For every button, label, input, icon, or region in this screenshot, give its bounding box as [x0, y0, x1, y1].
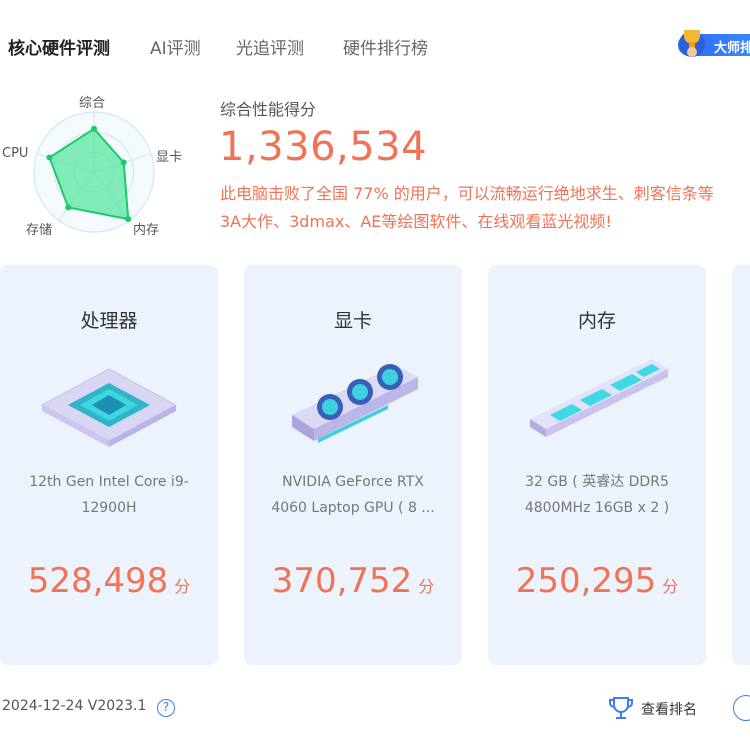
radar-point — [125, 216, 132, 223]
tab-hardware-ranking[interactable]: 硬件排行榜 — [343, 34, 428, 59]
tab-core-hardware[interactable]: 核心硬件评测 — [8, 34, 110, 59]
radar-label-storage: 存储 — [26, 223, 53, 238]
radar-point — [120, 159, 127, 166]
radar-label-overall: 综合 — [79, 96, 106, 111]
cpu-model: 12th Gen Intel Core i9- 12900H — [14, 469, 204, 521]
gpu-card[interactable]: 显卡 NVIDIA GeForce RTX 4060 Laptop GPU ( … — [244, 265, 462, 665]
score-description-line-2: 3A大作、3dmax、AE等绘图软件、在线观看蓝光视频! — [220, 212, 612, 231]
performance-radar-chart: 综合 显卡 内存 存储 CPU — [0, 88, 200, 240]
memory-card[interactable]: 内存 32 GB ( 英睿达 DDR5 4800MHz 16GB x 2 ) 2… — [488, 265, 706, 665]
test-date-version: 2024-12-24 V2023.1 — [2, 698, 147, 714]
gpu-score-unit: 分 — [418, 577, 435, 596]
radar-label-gpu: 显卡 — [156, 150, 183, 165]
memory-score-value: 250,295 — [515, 561, 657, 601]
top-tab-bar: 核心硬件评测 AI评测 光追评测 硬件排行榜 — [0, 0, 750, 90]
cpu-card[interactable]: 处理器 12th Gen Intel Core i9- 12900H 528,4… — [0, 265, 218, 665]
share-icon[interactable] — [733, 695, 750, 721]
memory-model-line-1: 32 GB ( 英睿达 DDR5 — [525, 474, 669, 490]
gpu-score: 370,752 分 — [244, 561, 462, 601]
radar-point — [46, 154, 53, 161]
cpu-icon — [40, 368, 178, 447]
next-card-partial[interactable] — [732, 265, 750, 665]
cpu-score-unit: 分 — [174, 577, 191, 596]
gpu-score-value: 370,752 — [271, 561, 413, 601]
overall-score-label: 综合性能得分 — [220, 100, 317, 119]
trophy-avatar-icon — [679, 30, 705, 57]
radar-point — [65, 204, 72, 211]
memory-score-unit: 分 — [662, 577, 679, 596]
ram-icon — [530, 359, 668, 437]
gpu-model-line-2: 4060 Laptop GPU ( 8 ... — [271, 500, 435, 516]
radar-label-cpu: CPU — [2, 146, 29, 161]
view-ranking-button[interactable]: 查看排名 — [607, 694, 717, 722]
score-description: 此电脑击败了全国 77% 的用户，可以流畅运行绝地求生、刺客信条等 3A大作、3… — [220, 180, 750, 236]
cpu-model-line-2: 12900H — [81, 500, 137, 516]
badge-label: 大师排 — [714, 41, 750, 56]
radar-label-memory: 内存 — [133, 223, 160, 238]
score-description-line-1: 此电脑击败了全国 77% 的用户，可以流畅运行绝地求生、刺客信条等 — [220, 184, 714, 203]
cpu-score: 528,498 分 — [0, 561, 218, 601]
help-icon[interactable]: ? — [157, 699, 175, 717]
tab-ai[interactable]: AI评测 — [150, 34, 201, 59]
memory-model: 32 GB ( 英睿达 DDR5 4800MHz 16GB x 2 ) — [502, 469, 692, 521]
gpu-icon — [292, 364, 418, 443]
gpu-model-line-1: NVIDIA GeForce RTX — [282, 474, 424, 490]
tab-ray-tracing[interactable]: 光追评测 — [236, 34, 304, 59]
memory-score: 250,295 分 — [488, 561, 706, 601]
trophy-icon — [609, 697, 633, 719]
gpu-model: NVIDIA GeForce RTX 4060 Laptop GPU ( 8 .… — [258, 469, 448, 521]
memory-model-line-2: 4800MHz 16GB x 2 ) — [524, 500, 670, 516]
card-title: 处理器 — [80, 310, 138, 332]
master-rank-badge[interactable]: 大师排 — [674, 22, 750, 58]
view-ranking-label: 查看排名 — [641, 702, 697, 718]
overall-score-value: 1,336,534 — [219, 124, 428, 170]
card-title: 内存 — [577, 310, 616, 332]
cpu-model-line-1: 12th Gen Intel Core i9- — [29, 474, 189, 490]
cpu-score-value: 528,498 — [27, 561, 169, 601]
card-title: 显卡 — [333, 310, 372, 332]
radar-point — [91, 125, 97, 132]
